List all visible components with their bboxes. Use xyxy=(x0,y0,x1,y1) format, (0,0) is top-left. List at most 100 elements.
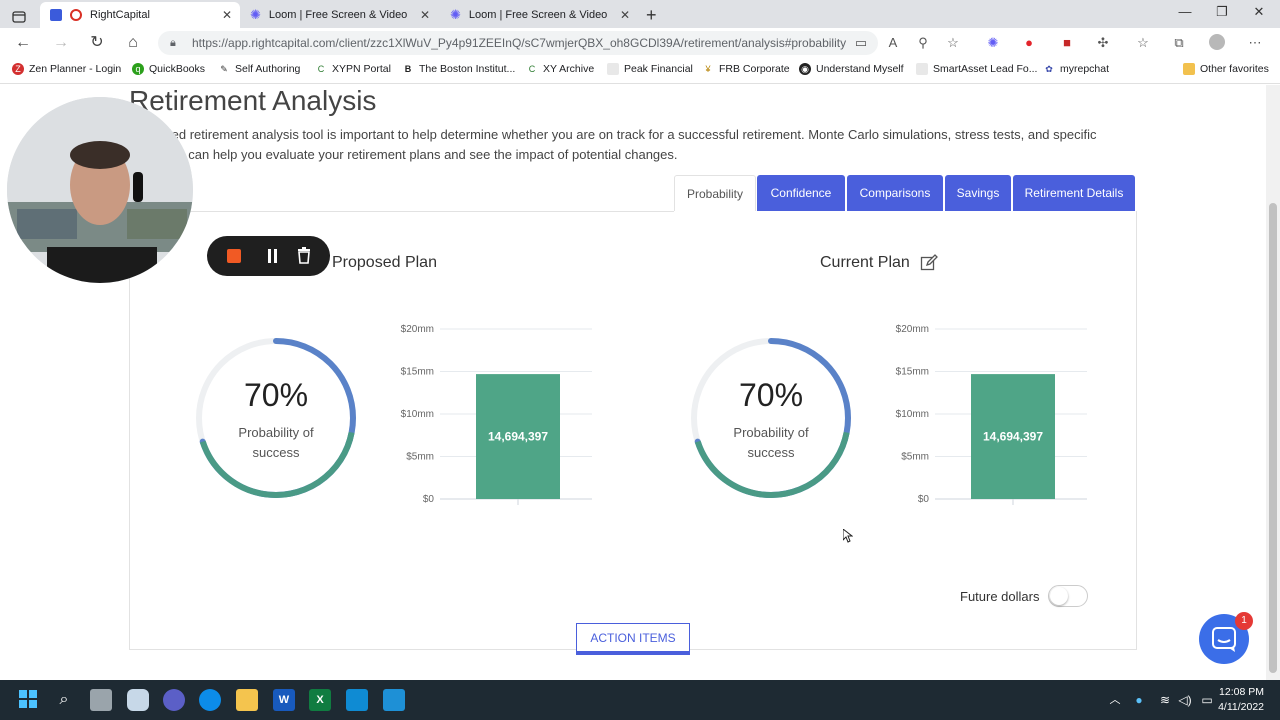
store-icon[interactable] xyxy=(383,689,405,711)
smartasset-icon xyxy=(916,63,928,75)
system-clock[interactable]: 12:08 PM 4/11/2022 xyxy=(1218,685,1264,715)
bookmark-item[interactable]: ✿ myrepchat xyxy=(1043,63,1109,75)
tab-savings[interactable]: Savings xyxy=(945,175,1011,211)
tab-loom-1[interactable]: ✺ Loom | Free Screen & Video Rec ✕ xyxy=(240,2,438,28)
forward-arrow-icon[interactable]: → xyxy=(50,32,72,54)
bookmark-item[interactable]: C XY Archive xyxy=(526,63,594,75)
task-view-icon[interactable] xyxy=(90,689,112,711)
app-icon[interactable] xyxy=(346,689,368,711)
toggle-knob xyxy=(1050,587,1068,605)
other-favorites[interactable]: Other favorites xyxy=(1183,63,1269,75)
probability-percent: 70% xyxy=(738,377,804,413)
trash-icon[interactable] xyxy=(297,247,311,269)
probability-label: Probability of success xyxy=(733,425,809,460)
maximize-icon[interactable]: ❐ xyxy=(1207,4,1237,20)
word-icon[interactable]: W xyxy=(273,689,295,711)
notification-badge: 1 xyxy=(1235,612,1253,630)
frb-icon: ¥ xyxy=(705,64,711,74)
tab-loom-2[interactable]: ✺ Loom | Free Screen & Video Rec ✕ xyxy=(440,2,638,28)
y-tick-label: $0 xyxy=(918,494,930,505)
minimize-icon[interactable]: — xyxy=(1170,4,1200,19)
back-arrow-icon[interactable]: ← xyxy=(12,32,34,54)
close-tab-icon[interactable]: ✕ xyxy=(222,8,232,22)
bookmark-item[interactable]: Z Zen Planner - Login xyxy=(12,63,121,75)
url-text: https://app.rightcapital.com/client/zzc1… xyxy=(192,36,847,50)
edit-icon[interactable] xyxy=(920,254,939,277)
battery-icon[interactable]: ▭ xyxy=(1196,689,1218,711)
proposed-plan-bar-chart: $20mm $15mm $10mm $5mm $0 14,694,397 xyxy=(401,324,592,505)
tab-title: RightCapital xyxy=(90,9,150,21)
wifi-icon[interactable]: ≋ xyxy=(1154,689,1176,711)
puzzle-extension-icon[interactable]: ✣ xyxy=(1094,34,1112,52)
widgets-icon[interactable] xyxy=(127,689,149,711)
camera-icon[interactable]: ▭ xyxy=(852,34,870,52)
folder-icon xyxy=(1183,63,1195,75)
favorite-star-icon[interactable]: ☆ xyxy=(944,34,962,52)
tab-retirement-details[interactable]: Retirement Details xyxy=(1013,175,1135,211)
boston-institute-icon: B xyxy=(404,64,412,74)
more-menu-icon[interactable]: ⋯ xyxy=(1246,34,1264,52)
loom-favicon-icon: ✺ xyxy=(250,7,261,22)
webcam-bubble[interactable] xyxy=(7,97,193,283)
probability-percent: 70% xyxy=(243,377,309,413)
profile-avatar-icon[interactable] xyxy=(1208,34,1226,52)
stop-recording-button[interactable] xyxy=(227,249,241,263)
tab-actions-icon[interactable] xyxy=(4,4,34,30)
tab-confidence[interactable]: Confidence xyxy=(757,175,845,211)
favorites-list-icon[interactable]: ☆ xyxy=(1134,34,1152,52)
current-plan-bar-chart: $20mm $15mm $10mm $5mm $0 14,694,397 xyxy=(896,324,1087,505)
lock-icon: 🔒︎ xyxy=(170,37,176,49)
tab-title: Loom | Free Screen & Video Rec xyxy=(468,9,609,21)
y-tick-label: $20mm xyxy=(896,324,929,335)
bookmark-item[interactable]: ✎ Self Authoring xyxy=(218,63,300,75)
page-scrollbar[interactable] xyxy=(1266,85,1280,680)
bookmark-item[interactable]: B The Boston Institut... xyxy=(402,63,516,75)
read-aloud-icon[interactable]: A xyxy=(884,34,902,52)
y-tick-label: $5mm xyxy=(901,452,929,463)
microphone-icon[interactable]: ● xyxy=(1128,689,1150,711)
opera-extension-icon[interactable]: ● xyxy=(1020,34,1038,52)
loom-extension-icon[interactable]: ✺ xyxy=(984,34,1002,52)
y-tick-label: $5mm xyxy=(406,452,434,463)
pen-icon: ✎ xyxy=(220,64,228,74)
close-tab-icon[interactable]: ✕ xyxy=(620,8,630,22)
action-items-button[interactable]: ACTION ITEMS xyxy=(576,623,690,655)
tab-probability[interactable]: Probability xyxy=(674,175,756,211)
scrollbar-thumb[interactable] xyxy=(1269,203,1277,673)
extension-badge-icon[interactable]: ■ xyxy=(1058,34,1076,52)
myrepchat-icon: ✿ xyxy=(1045,64,1053,74)
tab-rightcapital[interactable]: RightCapital ✕ xyxy=(40,2,240,28)
bar-data-label: 14,694,397 xyxy=(983,430,1043,444)
edge-browser-icon[interactable] xyxy=(199,689,221,711)
y-tick-label: $15mm xyxy=(401,367,434,378)
future-dollars-toggle[interactable] xyxy=(1048,585,1088,607)
bookmark-item[interactable]: Peak Financial xyxy=(607,63,693,75)
y-tick-label: $0 xyxy=(423,494,435,505)
user-key-icon[interactable]: ⚲ xyxy=(914,34,932,52)
bookmark-item[interactable]: q QuickBooks xyxy=(132,63,205,75)
home-icon[interactable]: ⌂ xyxy=(122,32,144,54)
new-tab-button[interactable]: + xyxy=(640,2,666,28)
bookmark-item[interactable]: SmartAsset Lead Fo... xyxy=(916,63,1037,75)
volume-icon[interactable]: ◁) xyxy=(1174,689,1196,711)
collections-icon[interactable]: ⧉ xyxy=(1170,34,1188,52)
future-dollars-label: Future dollars xyxy=(960,589,1040,604)
page-description: A detailed retirement analysis tool is i… xyxy=(129,127,1097,162)
close-tab-icon[interactable]: ✕ xyxy=(420,8,430,22)
tab-comparisons[interactable]: Comparisons xyxy=(847,175,943,211)
search-icon[interactable]: ⌕ xyxy=(53,689,75,711)
windows-start-icon[interactable] xyxy=(17,689,39,711)
peak-financial-icon xyxy=(607,63,619,75)
browser-tab-bar: RightCapital ✕ ✺ Loom | Free Screen & Vi… xyxy=(0,0,1280,28)
reload-icon[interactable]: ↻ xyxy=(86,32,108,54)
bookmark-item[interactable]: ◉ Understand Myself xyxy=(799,63,904,75)
excel-icon[interactable]: X xyxy=(309,689,331,711)
chevron-up-icon[interactable]: ︿ xyxy=(1104,689,1126,711)
close-window-icon[interactable]: ✕ xyxy=(1244,4,1274,20)
file-explorer-icon[interactable] xyxy=(236,689,258,711)
bookmark-item[interactable]: C XYPN Portal xyxy=(315,63,391,75)
bookmark-item[interactable]: ¥ FRB Corporate xyxy=(702,63,789,75)
address-bar[interactable]: 🔒︎ https://app.rightcapital.com/client/z… xyxy=(158,31,878,55)
pause-icon[interactable] xyxy=(267,249,279,263)
teams-chat-icon[interactable] xyxy=(163,689,185,711)
